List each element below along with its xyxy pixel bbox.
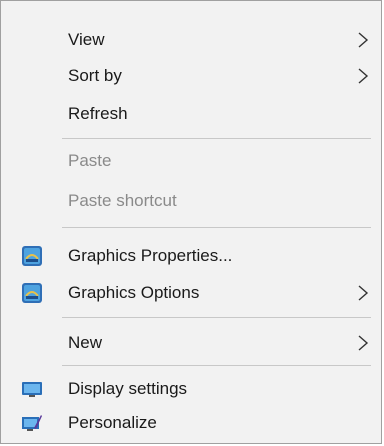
menu-item-display-settings[interactable]: Display settings — [7, 372, 375, 406]
chevron-right-icon — [358, 68, 369, 84]
menu-item-label: Paste — [68, 151, 112, 170]
menu-item-label: New — [68, 333, 103, 352]
intel-graphics-icon — [22, 283, 42, 303]
menu-item-sort-by[interactable]: Sort by — [7, 59, 375, 93]
menu-item-paste-shortcut[interactable]: Paste shortcut — [7, 184, 375, 218]
menu-item-personalize[interactable]: Personalize — [7, 406, 375, 440]
menu-item-label: View — [68, 30, 105, 49]
chevron-right-icon — [358, 335, 369, 351]
menu-separator — [62, 138, 371, 139]
menu-item-new[interactable]: New — [7, 326, 375, 360]
menu-separator — [62, 227, 371, 228]
menu-item-label: Graphics Properties... — [68, 246, 233, 265]
desktop-context-menu: View Sort by Refresh Paste Paste shortcu… — [0, 0, 382, 444]
intel-graphics-icon — [22, 246, 42, 266]
menu-item-label: Graphics Options — [68, 283, 200, 302]
menu-item-graphics-options[interactable]: Graphics Options — [7, 276, 375, 310]
menu-separator — [62, 317, 371, 318]
menu-item-paste[interactable]: Paste — [7, 144, 375, 178]
chevron-right-icon — [358, 285, 369, 301]
display-monitor-icon — [22, 382, 42, 397]
menu-item-label: Refresh — [68, 104, 128, 123]
menu-item-label: Paste shortcut — [68, 191, 177, 210]
chevron-right-icon — [358, 32, 369, 48]
menu-item-label: Sort by — [68, 66, 122, 85]
menu-item-refresh[interactable]: Refresh — [7, 97, 375, 131]
menu-item-label: Display settings — [68, 379, 188, 398]
menu-item-view[interactable]: View — [7, 23, 375, 57]
menu-item-graphics-properties[interactable]: Graphics Properties... — [7, 239, 375, 273]
personalize-icon — [22, 415, 42, 431]
menu-separator — [62, 365, 371, 366]
menu-item-label: Personalize — [68, 413, 157, 432]
